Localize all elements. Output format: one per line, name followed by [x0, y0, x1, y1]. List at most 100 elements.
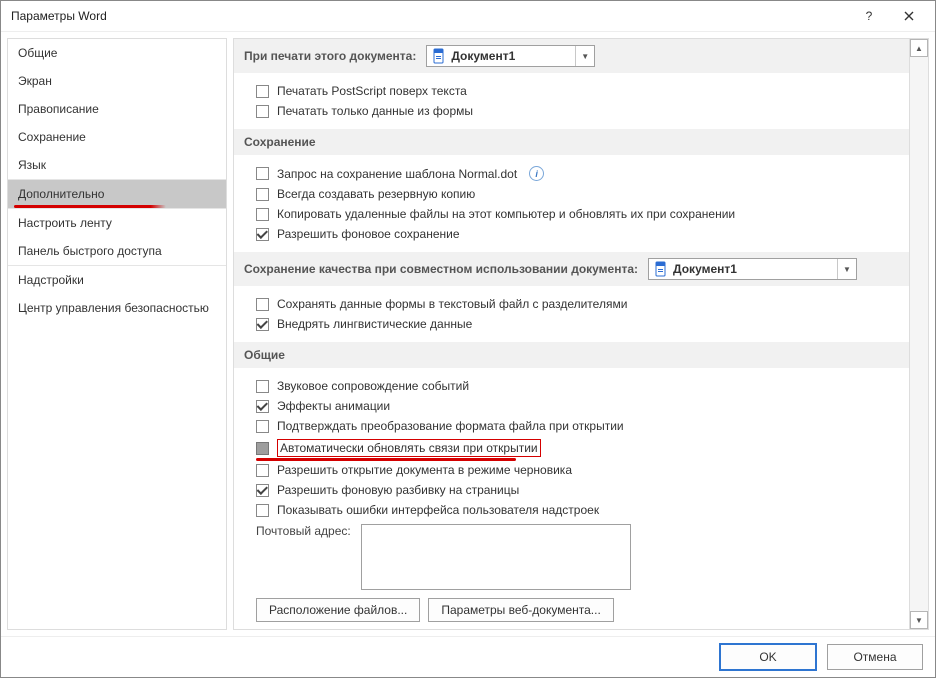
option-auto-update-links[interactable]: Автоматически обновлять связи при открыт… — [256, 436, 899, 460]
section-body-general: Звуковое сопровождение событий Эффекты а… — [234, 368, 909, 629]
close-button[interactable] — [889, 1, 929, 31]
sidebar-item-label: Центр управления безопасностью — [18, 301, 209, 315]
option-label: Звуковое сопровождение событий — [277, 379, 469, 393]
checkbox[interactable] — [256, 318, 269, 331]
section-body-print: Печатать PostScript поверх текста Печата… — [234, 73, 909, 129]
option-print-formdata[interactable]: Печатать только данные из формы — [256, 101, 899, 121]
sidebar-item-advanced[interactable]: Дополнительно — [8, 179, 226, 208]
option-always-backup[interactable]: Всегда создавать резервную копию — [256, 184, 899, 204]
help-button[interactable]: ? — [849, 1, 889, 31]
checkbox[interactable] — [256, 188, 269, 201]
checkbox[interactable] — [256, 504, 269, 517]
mailing-address-textarea[interactable] — [361, 524, 631, 590]
annotation-underline — [14, 205, 166, 208]
option-print-postscript[interactable]: Печатать PostScript поверх текста — [256, 81, 899, 101]
sidebar-item-label: Сохранение — [18, 130, 86, 144]
scroll-up-button[interactable]: ▲ — [910, 39, 928, 57]
checkbox[interactable] — [256, 228, 269, 241]
option-copy-remote[interactable]: Копировать удаленные файлы на этот компь… — [256, 204, 899, 224]
section-header-save: Сохранение — [234, 129, 909, 155]
option-sound-feedback[interactable]: Звуковое сопровождение событий — [256, 376, 899, 396]
web-options-button[interactable]: Параметры веб-документа... — [428, 598, 613, 622]
chevron-down-icon: ▼ — [837, 259, 856, 279]
checkbox[interactable] — [256, 380, 269, 393]
option-label: Разрешить фоновую разбивку на страницы — [277, 483, 519, 497]
options-content: При печати этого документа: Документ1 ▼ … — [234, 39, 909, 629]
dialog-footer: OK Отмена — [1, 636, 935, 677]
mailing-address-label: Почтовый адрес: — [256, 524, 351, 538]
section-header-compat: Сохранение качества при совместном испол… — [234, 252, 909, 286]
scroll-down-button[interactable]: ▼ — [910, 611, 928, 629]
section-title: Сохранение качества при совместном испол… — [244, 262, 638, 276]
sidebar-item-proofing[interactable]: Правописание — [8, 95, 226, 123]
option-animation-effects[interactable]: Эффекты анимации — [256, 396, 899, 416]
option-label: Всегда создавать резервную копию — [277, 187, 475, 201]
word-options-dialog: Параметры Word ? Общие Экран Правописани… — [0, 0, 936, 678]
combo-text: Документ1 — [451, 49, 575, 63]
option-label: Показывать ошибки интерфейса пользовател… — [277, 503, 599, 517]
option-background-save[interactable]: Разрешить фоновое сохранение — [256, 224, 899, 244]
option-label: Запрос на сохранение шаблона Normal.dot — [277, 167, 517, 181]
compat-document-combo[interactable]: Документ1 ▼ — [648, 258, 857, 280]
annotation-highlight: Автоматически обновлять связи при открыт… — [277, 439, 541, 457]
sidebar-item-label: Экран — [18, 74, 52, 88]
option-embed-linguistic[interactable]: Внедрять лингвистические данные — [256, 314, 899, 334]
info-icon[interactable]: i — [529, 166, 544, 181]
section-title: Сохранение — [244, 135, 316, 149]
sidebar-item-display[interactable]: Экран — [8, 67, 226, 95]
print-document-combo[interactable]: Документ1 ▼ — [426, 45, 595, 67]
checkbox[interactable] — [256, 400, 269, 413]
combo-text: Документ1 — [673, 262, 837, 276]
option-label: Печатать PostScript поверх текста — [277, 84, 467, 98]
option-prompt-normaldot[interactable]: Запрос на сохранение шаблона Normal.dot … — [256, 163, 899, 184]
content-area: При печати этого документа: Документ1 ▼ … — [233, 38, 929, 630]
cancel-button[interactable]: Отмена — [827, 644, 923, 670]
section-title: При печати этого документа: — [244, 49, 416, 63]
section-body-compat: Сохранять данные формы в текстовый файл … — [234, 286, 909, 342]
window-title: Параметры Word — [11, 9, 849, 23]
section-header-print: При печати этого документа: Документ1 ▼ — [234, 39, 909, 73]
checkbox[interactable] — [256, 298, 269, 311]
ok-button[interactable]: OK — [719, 643, 817, 671]
file-locations-button[interactable]: Расположение файлов... — [256, 598, 420, 622]
sidebar-item-label: Настроить ленту — [18, 216, 112, 230]
sidebar-item-quick-access[interactable]: Панель быстрого доступа — [8, 237, 226, 265]
close-icon — [904, 11, 914, 21]
checkbox[interactable] — [256, 208, 269, 221]
option-label: Эффекты анимации — [277, 399, 390, 413]
checkbox[interactable] — [256, 484, 269, 497]
mailing-address-row: Почтовый адрес: — [256, 520, 899, 590]
sidebar-item-language[interactable]: Язык — [8, 151, 226, 179]
checkbox[interactable] — [256, 167, 269, 180]
titlebar: Параметры Word ? — [1, 1, 935, 32]
vertical-scrollbar[interactable]: ▲ ▼ — [909, 39, 928, 629]
checkbox[interactable] — [256, 464, 269, 477]
sidebar-item-label: Общие — [18, 46, 57, 60]
sidebar-item-label: Язык — [18, 158, 46, 172]
option-label: Копировать удаленные файлы на этот компь… — [277, 207, 735, 221]
option-confirm-conversion[interactable]: Подтверждать преобразование формата файл… — [256, 416, 899, 436]
document-icon — [431, 48, 447, 64]
sidebar-item-general[interactable]: Общие — [8, 39, 226, 67]
option-open-draft[interactable]: Разрешить открытие документа в режиме че… — [256, 460, 899, 480]
option-show-addin-errors[interactable]: Показывать ошибки интерфейса пользовател… — [256, 500, 899, 520]
option-background-repagination[interactable]: Разрешить фоновую разбивку на страницы — [256, 480, 899, 500]
option-label: Печатать только данные из формы — [277, 104, 473, 118]
checkbox[interactable] — [256, 85, 269, 98]
option-label: Автоматически обновлять связи при открыт… — [280, 441, 538, 455]
sidebar-item-label: Правописание — [18, 102, 99, 116]
sidebar-item-label: Надстройки — [18, 273, 84, 287]
sidebar-item-addins[interactable]: Надстройки — [8, 265, 226, 294]
option-label: Сохранять данные формы в текстовый файл … — [277, 297, 627, 311]
checkbox[interactable] — [256, 105, 269, 118]
sidebar-item-save[interactable]: Сохранение — [8, 123, 226, 151]
checkbox[interactable] — [256, 420, 269, 433]
option-label: Разрешить фоновое сохранение — [277, 227, 460, 241]
section-title: Общие — [244, 348, 285, 362]
checkbox[interactable] — [256, 442, 269, 455]
sidebar-item-customize-ribbon[interactable]: Настроить ленту — [8, 208, 226, 237]
section-body-save: Запрос на сохранение шаблона Normal.dot … — [234, 155, 909, 252]
option-save-form-txt[interactable]: Сохранять данные формы в текстовый файл … — [256, 294, 899, 314]
sidebar-item-label: Панель быстрого доступа — [18, 244, 162, 258]
sidebar-item-trust-center[interactable]: Центр управления безопасностью — [8, 294, 226, 322]
